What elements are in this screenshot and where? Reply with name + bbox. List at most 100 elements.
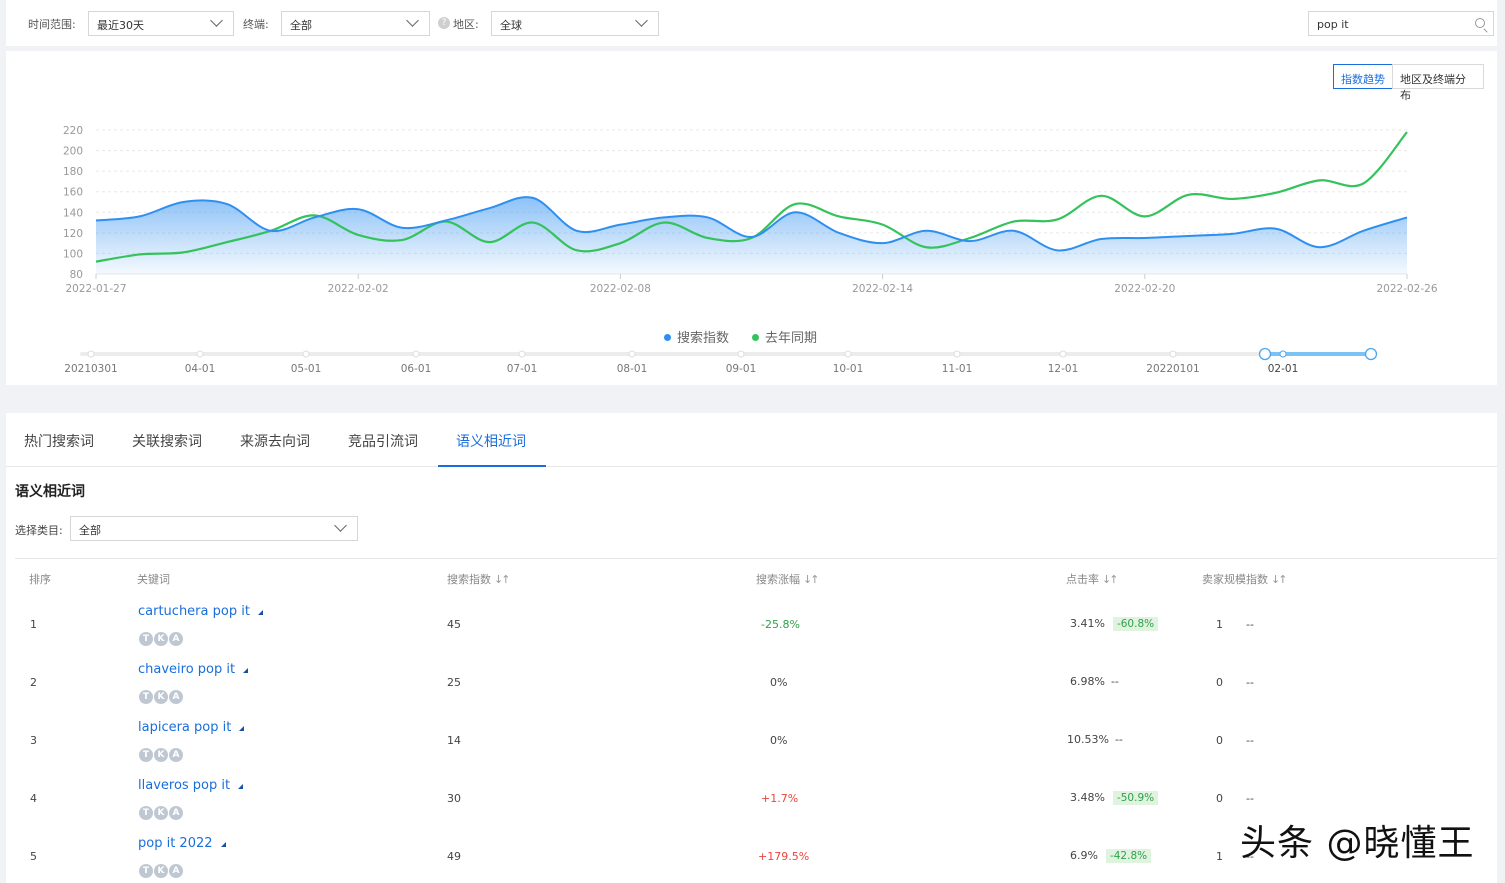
tab-hot-search[interactable]: 热门搜索词 xyxy=(24,431,94,451)
platform-badge[interactable]: A xyxy=(169,690,183,704)
expand-triangle-icon[interactable] xyxy=(257,610,263,615)
trend-chart-panel: 指数趋势 地区及终端分布 80 100 120 140 160 180 200 220 202… xyxy=(6,51,1497,385)
region-select[interactable]: 全球 xyxy=(491,11,659,36)
watermark: 头条 @晓懂王 xyxy=(1240,823,1475,864)
platform-badge[interactable]: T xyxy=(139,864,153,878)
keyword-link[interactable]: pop it 2022 xyxy=(138,836,226,851)
slider-node xyxy=(87,350,95,358)
device-value: 全部 xyxy=(290,19,312,32)
slider-node xyxy=(1169,350,1177,358)
rank: 1 xyxy=(30,618,37,631)
tab-related-search[interactable]: 关联搜索词 xyxy=(132,431,202,451)
table-top-border xyxy=(15,558,1497,559)
sort-icon: ↓↑ xyxy=(494,573,511,586)
platform-badge[interactable]: K xyxy=(154,806,168,820)
ctr-cell: 3.41% -60.8% xyxy=(1070,617,1159,631)
platform-badge[interactable]: K xyxy=(154,748,168,762)
slider-node xyxy=(412,350,420,358)
search-growth-value: 0% xyxy=(770,734,788,747)
seller-index-change: -- xyxy=(1246,618,1254,631)
slider-label: 09-01 xyxy=(725,363,757,375)
column-header-search-growth[interactable]: 搜索涨幅 ↓↑ xyxy=(756,571,820,587)
y-tick-label: 220 xyxy=(63,125,83,137)
slider-handle-start[interactable] xyxy=(1258,347,1272,361)
platform-badge[interactable]: A xyxy=(169,748,183,762)
seller-index-value: 0 xyxy=(1216,676,1223,689)
platform-badge[interactable]: T xyxy=(139,632,153,646)
rank: 2 xyxy=(30,676,37,689)
search-input[interactable]: pop it xyxy=(1308,11,1494,36)
ctr-change: -- xyxy=(1114,733,1123,746)
search-icon[interactable] xyxy=(1475,18,1485,28)
ctr-change: -- xyxy=(1110,675,1119,688)
platform-badge[interactable]: A xyxy=(169,806,183,820)
legend-dot xyxy=(752,334,759,341)
search-growth-value: +1.7% xyxy=(761,792,799,805)
expand-triangle-icon[interactable] xyxy=(238,784,244,789)
platform-badge[interactable]: K xyxy=(154,690,168,704)
legend-item-last-year[interactable]: 去年同期 xyxy=(752,327,817,346)
slider-label: 04-01 xyxy=(184,363,216,375)
search-index-value: 25 xyxy=(447,676,461,689)
ctr-value: 3.41% xyxy=(1070,617,1105,630)
y-tick-label: 200 xyxy=(63,146,83,158)
tab-source-destination[interactable]: 来源去向词 xyxy=(240,431,310,451)
time-range-select[interactable]: 最近30天 xyxy=(88,11,234,36)
expand-triangle-icon[interactable] xyxy=(239,726,245,731)
x-tick-label: 2022-02-08 xyxy=(590,283,651,295)
platform-badge[interactable]: A xyxy=(169,864,183,878)
search-growth-value: -25.8% xyxy=(761,618,800,631)
platform-badge[interactable]: K xyxy=(154,632,168,646)
platform-badges: TKA xyxy=(139,684,184,704)
device-select[interactable]: 全部 xyxy=(281,11,430,36)
rank: 3 xyxy=(30,734,37,747)
slider-node xyxy=(628,350,636,358)
seller-index-change: -- xyxy=(1246,792,1254,805)
slider-label: 07-01 xyxy=(506,363,538,375)
help-icon[interactable]: ? xyxy=(438,17,450,29)
y-tick-label: 180 xyxy=(63,166,83,178)
slider-label: 11-01 xyxy=(941,363,973,375)
sort-icon: ↓↑ xyxy=(803,573,820,586)
platform-badge[interactable]: A xyxy=(169,632,183,646)
search-value: pop it xyxy=(1317,18,1349,31)
tab-competitor-traffic[interactable]: 竞品引流词 xyxy=(348,431,418,451)
y-tick-label: 80 xyxy=(70,269,83,281)
slider-label: 20220101 xyxy=(1146,363,1200,375)
seller-index-change: -- xyxy=(1246,734,1254,747)
expand-triangle-icon[interactable] xyxy=(220,842,226,847)
x-tick-label: 2022-02-20 xyxy=(1114,283,1175,295)
chevron-down-icon xyxy=(334,519,347,532)
slider-label: 10-01 xyxy=(832,363,864,375)
sort-icon: ↓↑ xyxy=(1271,573,1288,586)
slider-node xyxy=(302,350,310,358)
ctr-cell: 3.48% -50.9% xyxy=(1070,791,1159,805)
ctr-value: 6.9% xyxy=(1070,849,1098,862)
slider-handle-end[interactable] xyxy=(1364,347,1378,361)
search-growth-value: 0% xyxy=(770,676,788,689)
platform-badge[interactable]: T xyxy=(139,748,153,762)
column-header-seller-index[interactable]: 卖家规模指数 ↓↑ xyxy=(1202,571,1288,587)
slider-label: 05-01 xyxy=(290,363,322,375)
category-select[interactable]: 全部 xyxy=(70,516,358,541)
slider-label: 02-01 xyxy=(1267,363,1299,375)
platform-badge[interactable]: T xyxy=(139,806,153,820)
column-header-rank: 排序 xyxy=(29,573,51,586)
legend-item-search-index[interactable]: 搜索指数 xyxy=(664,327,729,346)
column-header-search-index[interactable]: 搜索指数 ↓↑ xyxy=(447,571,511,587)
expand-triangle-icon[interactable] xyxy=(243,668,249,673)
keyword-link[interactable]: cartuchera pop it xyxy=(138,604,263,619)
slider-label: 20210301 xyxy=(64,363,118,375)
platform-badge[interactable]: T xyxy=(139,690,153,704)
tab-semantic-similar[interactable]: 语义相近词 xyxy=(456,431,526,451)
ctr-change-badge: -50.9% xyxy=(1112,791,1159,805)
slider-node xyxy=(518,350,526,358)
ctr-change-badge: -42.8% xyxy=(1105,849,1152,863)
column-header-ctr[interactable]: 点击率 ↓↑ xyxy=(1066,571,1119,587)
platform-badge[interactable]: K xyxy=(154,864,168,878)
x-tick-label: 2022-01-27 xyxy=(65,283,126,295)
keyword-link[interactable]: chaveiro pop it xyxy=(138,662,249,677)
keyword-link[interactable]: llaveros pop it xyxy=(138,778,244,793)
keyword-link[interactable]: lapicera pop it xyxy=(138,720,245,735)
section-title: 语义相近词 xyxy=(15,484,85,500)
